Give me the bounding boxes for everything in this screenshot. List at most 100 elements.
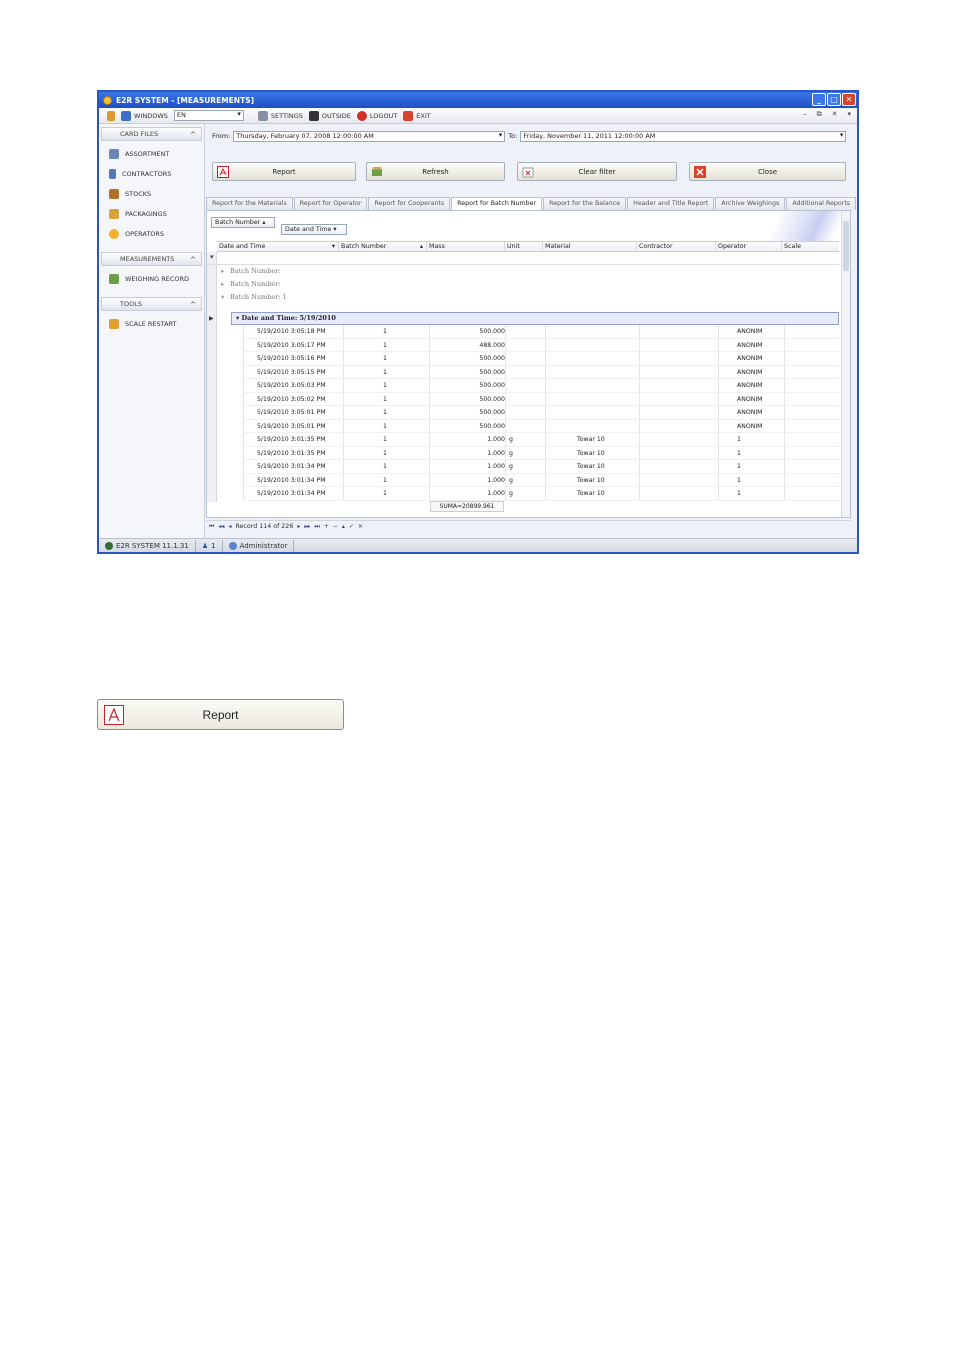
table-row[interactable]: 5/19/2010 3:01:34 PM 1 1.000 g Towar 10 1 (243, 487, 839, 501)
settings-menu[interactable]: SETTINGS (257, 110, 303, 121)
edit-record-button[interactable]: ▴ (342, 523, 345, 530)
cell-mass: 1.000 (487, 449, 505, 457)
cell-mass: 500.000 (479, 382, 505, 389)
table-row[interactable]: 5/19/2010 3:01:34 PM 1 1.000 g Towar 10 1 (243, 460, 839, 474)
tab-archive-weighings[interactable]: Archive Weighings (715, 197, 786, 210)
col-scale[interactable]: Scale (782, 242, 839, 252)
exit-menu[interactable]: EXIT (403, 110, 431, 121)
col-material[interactable]: Material (543, 242, 637, 252)
cell-unit: g (509, 436, 513, 443)
report-button[interactable]: Report (212, 162, 356, 181)
group-row-batch-1[interactable]: ▾ Batch Number: 1 (221, 291, 287, 304)
confirm-button[interactable]: ✓ (349, 523, 354, 530)
table-row[interactable]: 5/19/2010 3:01:35 PM 1 1.000 g Towar 10 1 (243, 433, 839, 447)
group-row-date[interactable]: ▾ Date and Time: 5/19/2010 (231, 312, 839, 325)
grid-line (718, 365, 719, 378)
windows-menu[interactable]: WINDOWS (121, 110, 168, 121)
section-card-files[interactable]: CARD FILES (101, 127, 202, 141)
cell-material: Towar 10 (577, 463, 605, 470)
next-record-button[interactable]: ▸ (297, 523, 300, 530)
col-batch-number[interactable]: Batch Number ▴ (339, 242, 427, 252)
group-by-date-time[interactable]: Date and Time ▾ (281, 224, 347, 235)
col-mass[interactable]: Mass (427, 242, 505, 252)
maximize-button[interactable]: □ (827, 93, 841, 106)
sidebar-item-operators[interactable]: OPERATORS (99, 224, 204, 244)
cell-dt: 5/19/2010 3:05:16 PM (257, 355, 326, 362)
table-row[interactable]: 5/19/2010 3:01:34 PM 1 1.000 g Towar 10 1 (243, 473, 839, 487)
from-date-picker[interactable]: Thursday, February 07, 2008 12:00:00 AM (233, 130, 506, 142)
outside-menu[interactable]: OUTSIDE (308, 110, 351, 121)
delete-record-button[interactable]: − (333, 523, 338, 530)
prev-record-button[interactable]: ◂ (228, 523, 231, 530)
standalone-report-button[interactable]: Report (97, 699, 344, 730)
table-row[interactable]: 5/19/2010 3:05:18 PM 1 500.000 ANONIM (243, 325, 839, 339)
minimize-button[interactable]: _ (812, 93, 826, 106)
clear-filter-icon (522, 167, 534, 178)
refresh-button[interactable]: Refresh (366, 162, 505, 181)
col-date-time[interactable]: Date and Time ▾ (217, 242, 339, 252)
mdi-minimize-button[interactable]: – (803, 110, 807, 119)
prev-page-button[interactable]: ◂◂ (218, 523, 224, 530)
section-tools[interactable]: TOOLS (101, 297, 202, 311)
logout-menu[interactable]: LOGOUT (356, 110, 397, 121)
table-row[interactable]: 5/19/2010 3:05:01 PM 1 500.000 ANONIM (243, 419, 839, 433)
clear-filter-button[interactable]: Clear filter (517, 162, 677, 181)
group-row-batch[interactable]: ▸ Batch Number: (221, 278, 281, 291)
grid-line (784, 379, 785, 392)
col-operator[interactable]: Operator (716, 242, 782, 252)
mdi-close-button[interactable]: ✕ (832, 110, 838, 119)
col-contractor[interactable]: Contractor (637, 242, 716, 252)
grid-line (343, 325, 344, 338)
grid-line (545, 379, 546, 392)
group-row-batch[interactable]: ▸ Batch Number: (221, 265, 281, 278)
table-row[interactable]: 5/19/2010 3:05:01 PM 1 500.000 ANONIM (243, 406, 839, 420)
sidebar-item-scale-restart[interactable]: SCALE RESTART (99, 314, 204, 334)
grid-line (639, 487, 640, 500)
tab-report-operator[interactable]: Report for Operator (293, 197, 368, 210)
sidebar-item-weighing-record[interactable]: WEIGHING RECORD (99, 269, 204, 289)
cell-operator: 1 (737, 463, 741, 470)
sidebar-item-stocks[interactable]: STOCKS (99, 184, 204, 204)
add-record-button[interactable]: + (324, 523, 329, 530)
vertical-scrollbar[interactable] (841, 211, 850, 517)
auto-filter-row[interactable]: ▾ (207, 252, 839, 265)
user-icon[interactable] (107, 110, 115, 121)
table-row[interactable]: 5/19/2010 3:05:17 PM 1 488.000 ANONIM (243, 338, 839, 352)
assortment-icon (109, 149, 119, 159)
sidebar-item-assortment[interactable]: ASSORTMENT (99, 144, 204, 164)
section-measurements[interactable]: MEASUREMENTS (101, 252, 202, 266)
close-window-button[interactable]: ✕ (842, 93, 856, 106)
table-row[interactable]: 5/19/2010 3:01:35 PM 1 1.000 g Towar 10 1 (243, 446, 839, 460)
col-unit[interactable]: Unit (505, 242, 543, 252)
table-row[interactable]: 5/19/2010 3:05:15 PM 1 500.000 ANONIM (243, 365, 839, 379)
grid-line (343, 352, 344, 365)
sidebar-item-contractors[interactable]: CONTRACTORS (99, 164, 204, 184)
sidebar-item-packagings[interactable]: PACKAGINGS (99, 204, 204, 224)
tab-report-materials[interactable]: Report for the Materials (206, 197, 293, 210)
first-record-button[interactable]: ⏮ (209, 523, 214, 531)
tab-additional-reports[interactable]: Additional Reports (786, 197, 857, 210)
last-record-button[interactable]: ⏭ (314, 523, 319, 531)
mdi-menu-chevron-icon[interactable]: ▾ (847, 110, 851, 119)
cancel-button[interactable]: ✕ (358, 523, 363, 530)
tab-report-cooperants[interactable]: Report for Cooperants (368, 197, 451, 210)
users-icon: ♟ (201, 541, 209, 550)
grid-line (639, 352, 640, 365)
scroll-thumb[interactable] (843, 221, 849, 271)
tab-header-title-report[interactable]: Header and Title Report (627, 197, 715, 210)
next-page-button[interactable]: ▸▸ (304, 523, 310, 530)
group-by-batch-number[interactable]: Batch Number ▴ (211, 217, 275, 228)
to-date-picker[interactable]: Friday, November 11, 2011 12:00:00 AM (520, 130, 847, 142)
table-row[interactable]: 5/19/2010 3:05:02 PM 1 500.000 ANONIM (243, 392, 839, 406)
mdi-restore-button[interactable]: ⧉ (817, 110, 822, 119)
title-bar[interactable]: E2R SYSTEM - [MEASUREMENTS] _ □ ✕ (99, 92, 857, 108)
table-row[interactable]: 5/19/2010 3:05:16 PM 1 500.000 ANONIM (243, 352, 839, 366)
tab-report-batch-number[interactable]: Report for Batch Number (451, 197, 543, 210)
language-select[interactable]: EN (173, 110, 244, 121)
table-row[interactable]: 5/19/2010 3:05:03 PM 1 500.000 ANONIM (243, 379, 839, 393)
close-button[interactable]: Close (689, 162, 846, 181)
grid-line (784, 338, 785, 351)
tab-report-balance[interactable]: Report for the Balance (543, 197, 627, 210)
grid-line (343, 487, 344, 500)
contractors-icon (109, 169, 116, 179)
